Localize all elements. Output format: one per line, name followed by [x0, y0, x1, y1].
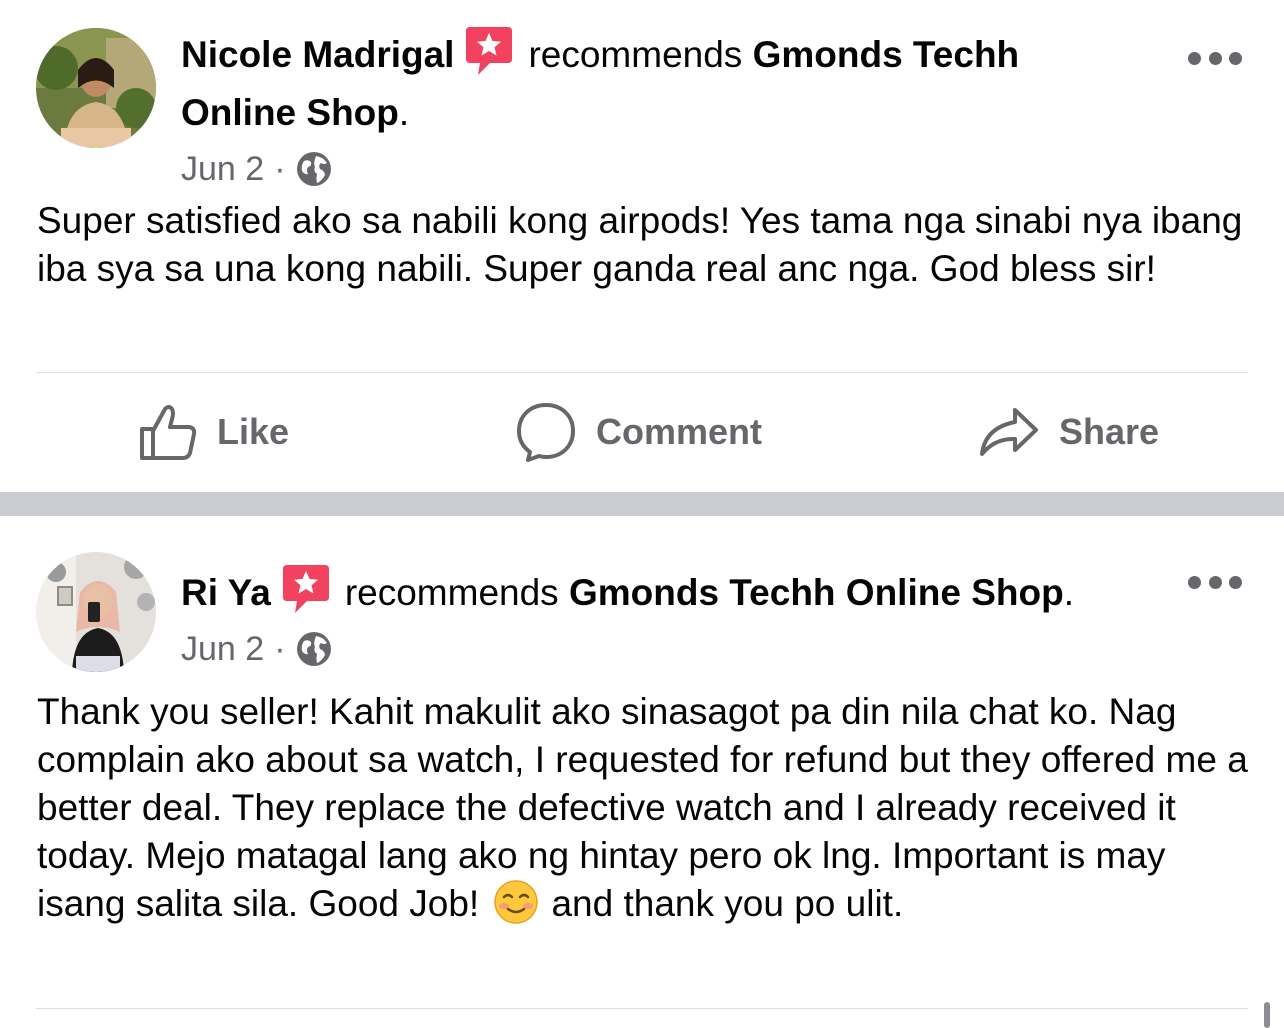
feed-separator — [0, 492, 1284, 516]
divider — [36, 1008, 1248, 1009]
page-name-period: . — [1063, 572, 1074, 613]
page-name-period: . — [398, 92, 410, 133]
recommend-badge-icon — [464, 25, 514, 77]
globe-icon[interactable] — [296, 151, 332, 187]
comment-icon — [517, 403, 575, 462]
scrollbar[interactable] — [1264, 1002, 1270, 1028]
author-name[interactable]: Ri Ya — [181, 572, 271, 613]
avatar-photo — [36, 28, 156, 148]
post-card: Nicole Madrigal recommends Gmonds Techh … — [0, 0, 1284, 492]
avatar[interactable] — [36, 552, 156, 672]
share-icon — [980, 408, 1038, 456]
avatar[interactable] — [36, 28, 156, 148]
post-header: Ri Ya recommends Gmonds Techh Online Sho… — [181, 564, 1074, 622]
share-label: Share — [1059, 411, 1160, 452]
post-meta: Jun 2 · — [181, 626, 332, 672]
page-name-link[interactable]: Gmonds Techh — [753, 34, 1020, 75]
avatar-photo — [36, 552, 156, 672]
like-label: Like — [217, 411, 290, 452]
post-header: Nicole Madrigal recommends Gmonds Techh — [181, 26, 1019, 84]
comment-button[interactable]: Comment — [516, 400, 762, 464]
post-date[interactable]: Jun 2 — [181, 630, 264, 669]
divider — [36, 372, 1248, 373]
comment-label: Comment — [596, 411, 763, 452]
smiling-face-emoji — [493, 879, 539, 925]
post-meta: Jun 2 · — [181, 146, 332, 192]
page-name-link[interactable]: Gmonds Techh Online Shop — [569, 572, 1064, 613]
meta-separator: · — [274, 629, 286, 668]
globe-icon[interactable] — [296, 631, 332, 667]
like-button[interactable]: Like — [139, 400, 289, 464]
meta-separator: · — [274, 149, 286, 188]
post-body-text-end: and thank you po ulit. — [551, 883, 904, 924]
post-header-line2: Online Shop. — [181, 84, 409, 142]
recommend-badge-icon — [281, 563, 331, 615]
post-body: Super satisfied ako sa nabili kong airpo… — [37, 200, 1243, 289]
post-body: Thank you seller! Kahit makulit ako sina… — [37, 688, 1257, 929]
post-date[interactable]: Jun 2 — [181, 150, 264, 189]
like-icon — [140, 405, 197, 460]
post-card: Ri Ya recommends Gmonds Techh Online Sho… — [0, 516, 1284, 1028]
more-options-icon[interactable] — [1188, 570, 1242, 594]
author-name[interactable]: Nicole Madrigal — [181, 34, 454, 75]
recommends-text: recommends — [344, 572, 559, 613]
share-button[interactable]: Share — [979, 400, 1159, 464]
more-options-icon[interactable] — [1188, 46, 1242, 70]
recommends-text: recommends — [528, 34, 743, 75]
page-name-link-continued[interactable]: Online Shop — [181, 92, 399, 133]
